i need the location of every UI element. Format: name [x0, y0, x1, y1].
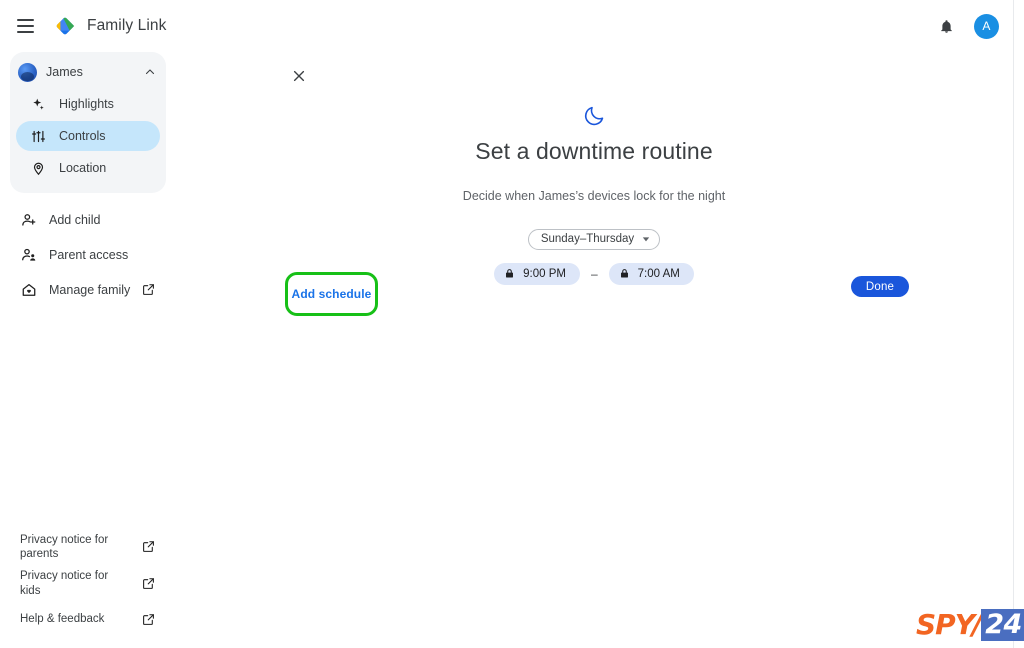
lock-icon — [620, 269, 628, 278]
account-avatar[interactable]: A — [974, 13, 999, 39]
hamburger-line — [16, 31, 34, 33]
page-subtitle: Decide when James’s devices lock for the… — [462, 189, 726, 204]
open-in-new-icon[interactable] — [141, 577, 155, 591]
main-content: Set a downtime routine Decide when James… — [175, 52, 1013, 648]
child-nav-list: Highlights Controls Location — [10, 89, 166, 183]
child-name: James — [46, 65, 83, 79]
sidebar-item-help-feedback[interactable]: Help & feedback — [0, 602, 175, 636]
app-title: Family Link — [87, 17, 167, 34]
sidebar-item-label: Privacy notice for parents — [20, 533, 109, 560]
spy24-watermark: SPY / 24 — [916, 609, 1024, 641]
start-time-value: 9:00 PM — [523, 267, 566, 280]
sidebar-item-label: Location — [59, 161, 107, 175]
sidebar-item-location[interactable]: Location — [16, 153, 160, 183]
sidebar-item-privacy-kids[interactable]: Privacy notice for kids — [0, 565, 175, 602]
hamburger-line — [16, 25, 34, 27]
sidebar-item-highlights[interactable]: Highlights — [16, 89, 160, 119]
end-time-chip[interactable]: 7:00 AM — [608, 262, 694, 285]
sidebar-item-label: Manage family — [49, 282, 131, 297]
top-app-bar: Family Link A — [0, 0, 1013, 52]
watermark-spy-text: SPY — [916, 608, 975, 641]
sidebar-item-controls[interactable]: Controls — [16, 121, 160, 151]
crescent-moon-icon — [579, 100, 609, 130]
home-heart-icon — [20, 281, 37, 298]
hamburger-line — [16, 19, 34, 21]
sidebar-item-manage-family[interactable]: Manage family — [0, 272, 175, 307]
sidebar-item-privacy-parents[interactable]: Privacy notice for parents — [0, 529, 175, 566]
open-in-new-icon[interactable] — [141, 283, 155, 297]
start-time-chip[interactable]: 9:00 PM — [494, 262, 580, 285]
page-title: Set a downtime routine — [475, 138, 713, 164]
person-add-icon — [20, 211, 37, 228]
app-root: Family Link A James Highlights Controls … — [0, 0, 1024, 648]
sidebar-main-nav: Add child Parent access Manage family — [0, 202, 175, 307]
downtime-routine-panel: Set a downtime routine Decide when James… — [175, 100, 1013, 285]
brand[interactable]: Family Link — [53, 14, 166, 38]
supervised-person-icon — [20, 246, 37, 263]
day-range-dropdown[interactable]: Sunday–Thursday — [527, 228, 661, 250]
child-avatar — [18, 62, 37, 82]
chevron-up-icon[interactable] — [144, 66, 156, 78]
sidebar-child-header[interactable]: James — [10, 57, 166, 87]
location-pin-icon — [30, 160, 47, 177]
sidebar-item-label: Highlights — [59, 97, 114, 111]
open-in-new-icon[interactable] — [141, 612, 155, 626]
sidebar-footer-nav: Privacy notice for parents Privacy notic… — [0, 529, 175, 637]
sidebar-item-label: Parent access — [49, 247, 129, 262]
sidebar-item-label: Help & feedback — [20, 612, 105, 625]
family-link-diamond-logo — [56, 17, 75, 35]
lock-icon — [506, 269, 514, 278]
sidebar: James Highlights Controls Location Add c… — [0, 52, 175, 648]
bell-icon[interactable] — [932, 12, 960, 40]
watermark-24-text: 24 — [981, 609, 1024, 641]
time-range-separator: – — [590, 266, 598, 281]
caret-down-icon — [642, 237, 650, 242]
schedule-time-row: 9:00 PM – 7:00 AM — [494, 262, 694, 285]
sidebar-item-add-child[interactable]: Add child — [0, 202, 175, 237]
close-x-icon[interactable] — [285, 62, 313, 90]
top-bar-actions: A — [932, 12, 1013, 40]
sidebar-item-label: Add child — [49, 212, 101, 227]
end-time-value: 7:00 AM — [637, 267, 680, 280]
sidebar-item-label: Privacy notice for kids — [20, 570, 109, 597]
right-gutter — [1013, 0, 1024, 648]
open-in-new-icon[interactable] — [141, 540, 155, 554]
add-schedule-button[interactable]: Add schedule — [285, 272, 378, 316]
sidebar-item-label: Controls — [59, 129, 106, 143]
sidebar-item-parent-access[interactable]: Parent access — [0, 237, 175, 272]
child-section-card: James Highlights Controls Location — [10, 52, 166, 193]
done-button[interactable]: Done — [851, 276, 909, 297]
day-range-value: Sunday–Thursday — [540, 233, 635, 246]
add-schedule-label: Add schedule — [291, 287, 372, 301]
hamburger-menu-icon[interactable] — [5, 6, 45, 46]
sparkle-icon — [30, 96, 47, 113]
tune-sliders-icon — [30, 128, 47, 145]
